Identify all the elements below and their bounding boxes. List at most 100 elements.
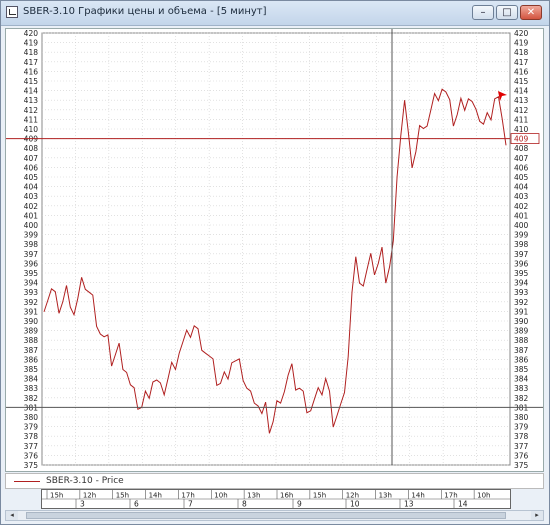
date-label: 13 bbox=[404, 500, 414, 509]
y-tick-label: 387 bbox=[24, 346, 39, 355]
y-tick-label: 416 bbox=[24, 67, 39, 76]
y-tick-label: 404 bbox=[514, 183, 529, 192]
chart-app-icon bbox=[6, 6, 18, 18]
y-tick-label: 402 bbox=[24, 202, 39, 211]
y-tick-label: 412 bbox=[24, 106, 39, 115]
maximize-button[interactable]: □ bbox=[496, 5, 518, 20]
y-tick-label: 393 bbox=[24, 288, 39, 297]
current-price-label: 409 bbox=[514, 135, 529, 144]
time-label: 12h bbox=[83, 492, 96, 500]
y-tick-label: 380 bbox=[514, 413, 529, 422]
y-tick-label: 400 bbox=[24, 221, 39, 230]
y-tick-label: 414 bbox=[24, 87, 39, 96]
y-tick-label: 388 bbox=[24, 336, 39, 345]
y-tick-label: 420 bbox=[24, 29, 39, 38]
y-tick-label: 403 bbox=[514, 192, 529, 201]
y-tick-label: 395 bbox=[24, 269, 39, 278]
date-label: 10 bbox=[350, 500, 360, 509]
y-tick-label: 407 bbox=[514, 154, 529, 163]
y-tick-label: 417 bbox=[24, 58, 39, 67]
chart-window: SBER-3.10 Графики цены и объема - [5 мин… bbox=[0, 0, 550, 525]
y-tick-label: 396 bbox=[514, 259, 529, 268]
y-tick-label: 394 bbox=[514, 279, 529, 288]
y-tick-label: 405 bbox=[24, 173, 39, 182]
legend: SBER-3.10 - Price bbox=[5, 473, 544, 489]
time-axis-svg: 15h 12h 15h 14h 17h 10h 13h 16h 15h 12h 13h 14h 17h 1… bbox=[42, 490, 510, 509]
time-label: 13h bbox=[379, 492, 392, 500]
y-tick-label: 392 bbox=[514, 298, 529, 307]
y-tick-label: 418 bbox=[24, 48, 39, 57]
y-tick-label: 409 bbox=[24, 135, 39, 144]
y-tick-label: 393 bbox=[514, 288, 529, 297]
window-title: SBER-3.10 Графики цены и объема - [5 мин… bbox=[23, 6, 267, 17]
y-tick-label: 407 bbox=[24, 154, 39, 163]
current-price-tag: 409 bbox=[510, 133, 540, 144]
y-tick-label: 382 bbox=[24, 394, 39, 403]
y-tick-label: 378 bbox=[514, 432, 529, 441]
y-tick-label: 390 bbox=[514, 317, 529, 326]
minimize-button[interactable]: – bbox=[472, 5, 494, 20]
legend-swatch bbox=[14, 481, 40, 482]
left-price-axis: 4204194184174164154144134124114104094084… bbox=[24, 29, 39, 470]
y-tick-label: 385 bbox=[514, 365, 529, 374]
title-bar[interactable]: SBER-3.10 Графики цены и объема - [5 мин… bbox=[1, 1, 549, 26]
y-tick-label: 413 bbox=[514, 96, 529, 105]
y-tick-label: 396 bbox=[24, 259, 39, 268]
y-tick-label: 397 bbox=[514, 250, 529, 259]
y-tick-label: 388 bbox=[514, 336, 529, 345]
y-tick-label: 418 bbox=[514, 48, 529, 57]
y-tick-label: 399 bbox=[24, 231, 39, 240]
time-label: 15h bbox=[313, 492, 326, 500]
date-label: 8 bbox=[242, 500, 247, 509]
y-tick-label: 387 bbox=[514, 346, 529, 355]
date-label: 9 bbox=[297, 500, 302, 509]
y-tick-label: 376 bbox=[514, 451, 529, 460]
y-tick-label: 382 bbox=[514, 394, 529, 403]
y-tick-label: 419 bbox=[24, 39, 39, 48]
time-label: 15h bbox=[50, 492, 63, 500]
y-tick-label: 411 bbox=[24, 115, 39, 124]
time-label: 17h bbox=[181, 492, 194, 500]
y-tick-label: 401 bbox=[514, 211, 529, 220]
y-tick-label: 401 bbox=[24, 211, 39, 220]
scroll-left-icon[interactable]: ◂ bbox=[6, 511, 18, 520]
y-tick-label: 404 bbox=[24, 183, 39, 192]
y-tick-label: 419 bbox=[514, 39, 529, 48]
y-tick-label: 408 bbox=[24, 144, 39, 153]
y-tick-label: 399 bbox=[514, 231, 529, 240]
price-series-line bbox=[43, 88, 507, 434]
y-tick-label: 391 bbox=[24, 307, 39, 316]
y-tick-label: 383 bbox=[514, 384, 529, 393]
y-tick-label: 379 bbox=[24, 423, 39, 432]
y-tick-label: 384 bbox=[24, 375, 39, 384]
price-chart[interactable]: 420 419 418 417 416 415 414 413 412 411 410 409 408 4… bbox=[5, 28, 544, 472]
legend-label: SBER-3.10 - Price bbox=[46, 476, 124, 486]
scroll-right-icon[interactable]: ▸ bbox=[531, 511, 543, 520]
time-label: 14h bbox=[149, 492, 162, 500]
y-tick-label: 379 bbox=[514, 423, 529, 432]
date-label: 7 bbox=[188, 500, 193, 509]
y-tick-label: 375 bbox=[514, 461, 529, 470]
time-label: 10h bbox=[214, 492, 227, 500]
time-label: 12h bbox=[346, 492, 359, 500]
price-chart-svg[interactable]: 4204194184174164154144134124114104094084… bbox=[6, 29, 543, 471]
y-tick-label: 398 bbox=[24, 240, 39, 249]
date-label: 6 bbox=[134, 500, 139, 509]
y-tick-label: 397 bbox=[24, 250, 39, 259]
y-tick-label: 386 bbox=[514, 355, 529, 364]
y-tick-label: 403 bbox=[24, 192, 39, 201]
y-tick-label: 400 bbox=[514, 221, 529, 230]
y-tick-label: 412 bbox=[514, 106, 529, 115]
y-tick-label: 378 bbox=[24, 432, 39, 441]
close-button[interactable]: ✕ bbox=[520, 5, 542, 20]
time-label: 14h bbox=[411, 492, 424, 500]
y-tick-label: 394 bbox=[24, 279, 39, 288]
horizontal-scrollbar[interactable]: ◂ ▸ bbox=[5, 510, 544, 521]
time-axis[interactable]: 15h 12h 15h 14h 17h 10h 13h 16h 15h 12h 13h 14h 17h 1… bbox=[41, 489, 511, 509]
right-price-axis: 4204194184174164154144134124114104094084… bbox=[514, 29, 529, 470]
y-tick-label: 389 bbox=[24, 327, 39, 336]
y-tick-label: 377 bbox=[514, 442, 529, 451]
y-tick-label: 420 bbox=[514, 29, 529, 38]
scroll-thumb[interactable] bbox=[26, 512, 506, 519]
y-tick-label: 383 bbox=[24, 384, 39, 393]
